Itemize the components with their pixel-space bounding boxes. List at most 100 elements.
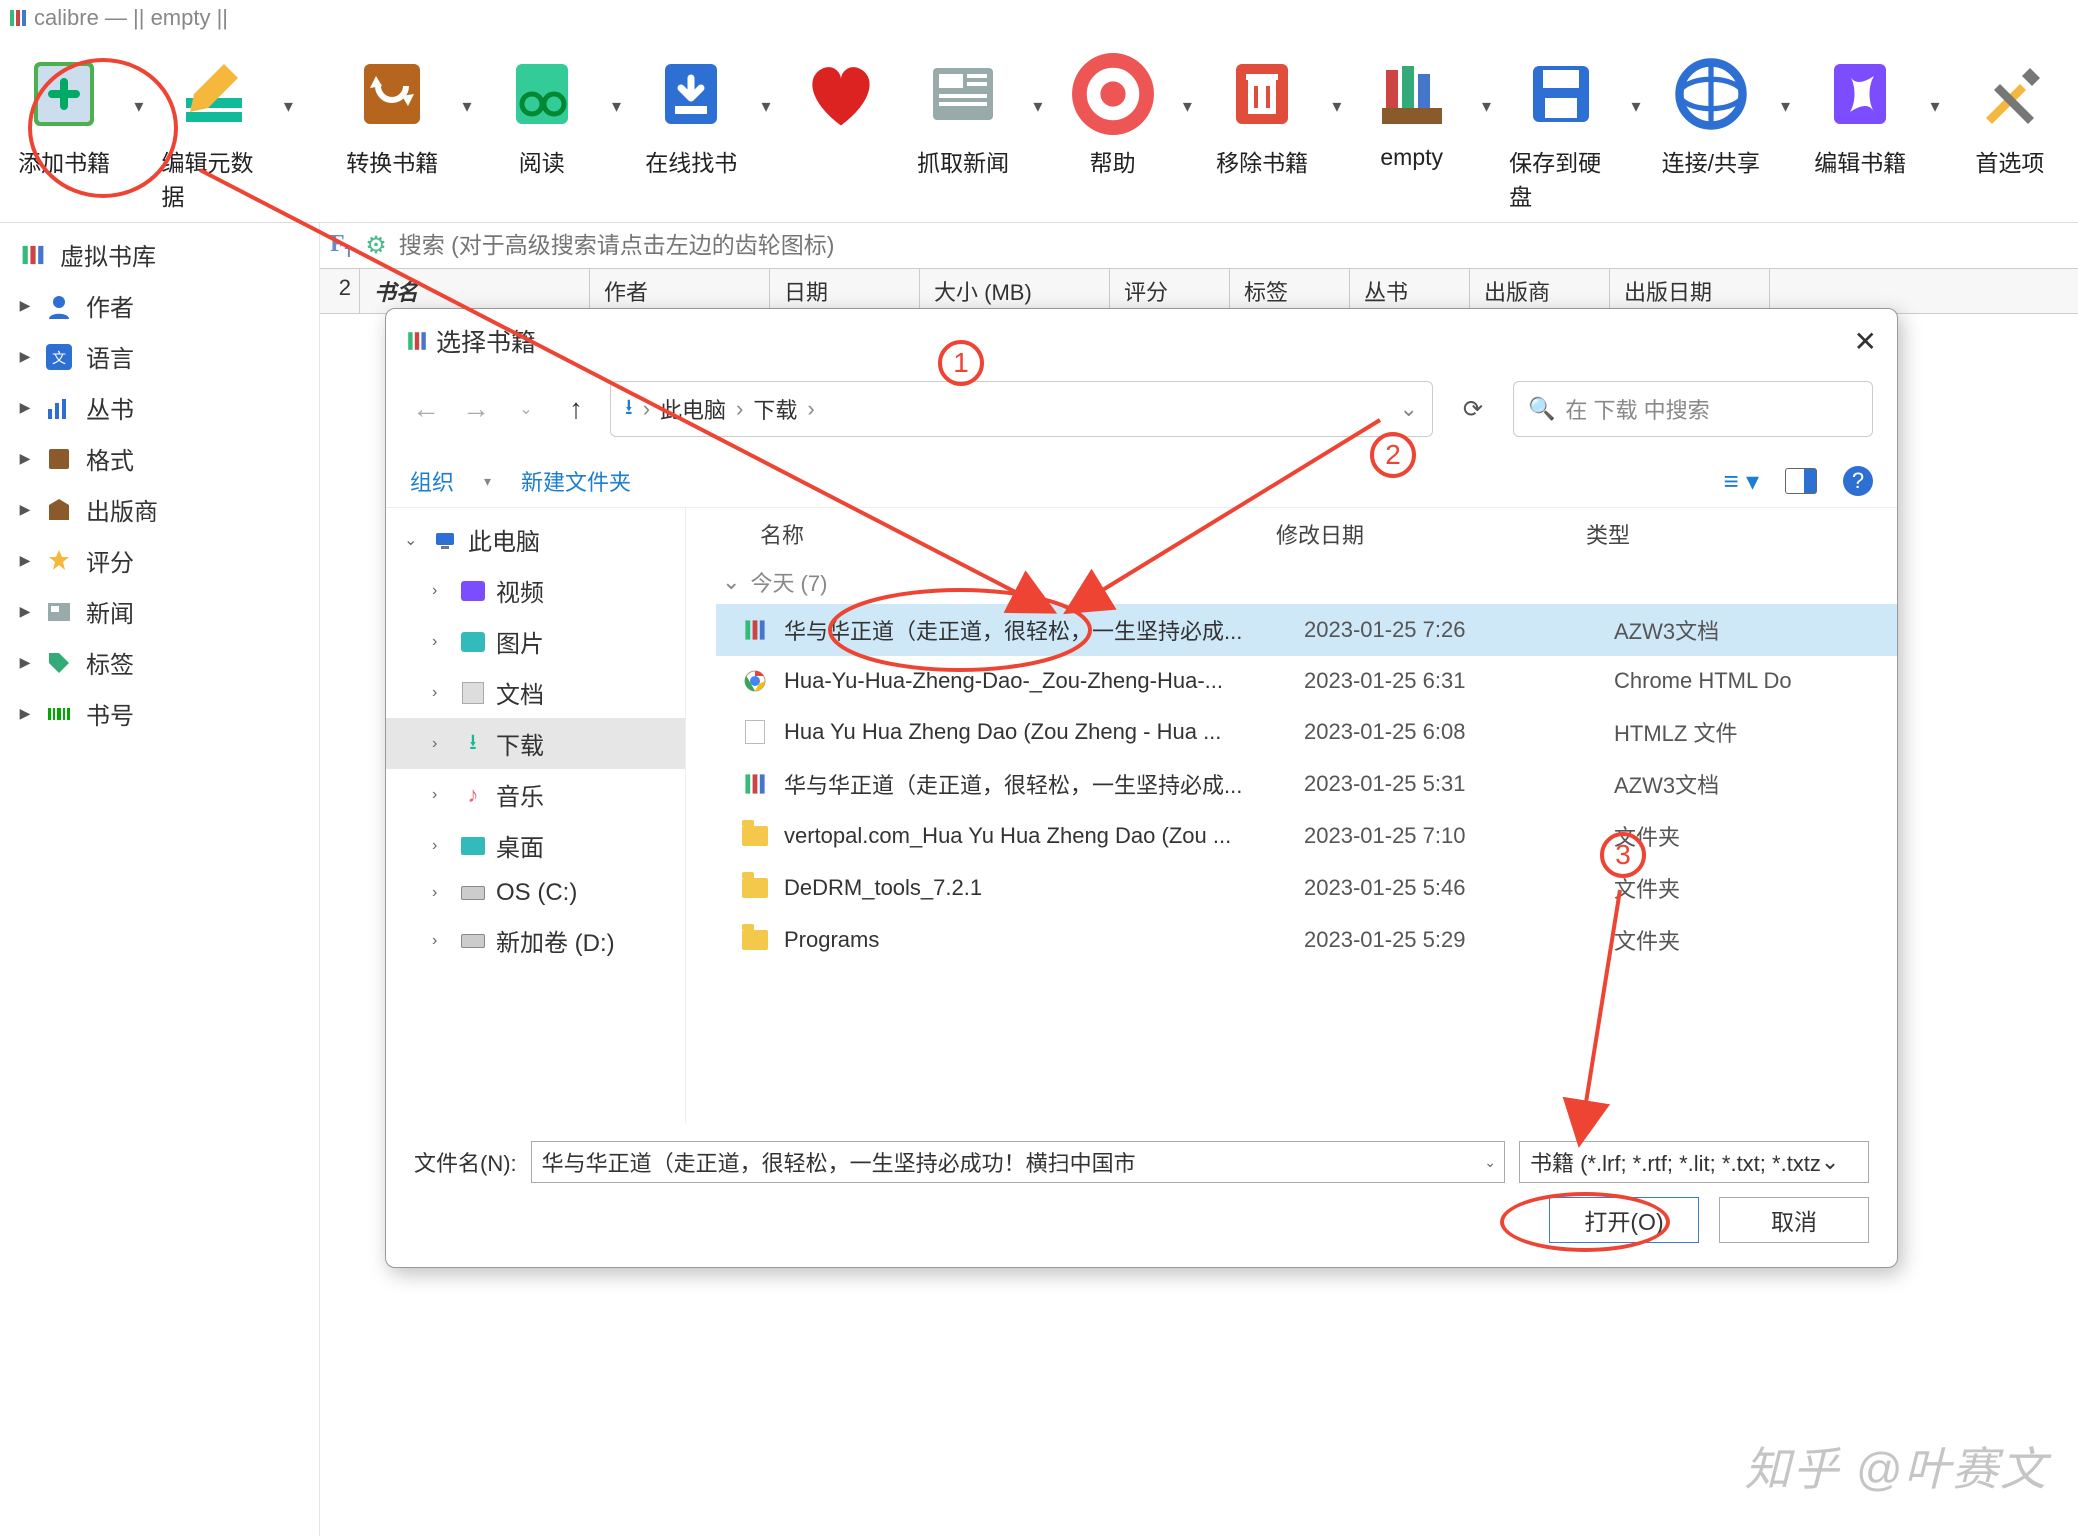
open-button[interactable]: 打开(O) <box>1549 1197 1699 1243</box>
tree-label: 图片 <box>496 624 544 659</box>
file-group-today[interactable]: ⌄ 今天 (7) <box>716 560 1897 604</box>
file-row[interactable]: DeDRM_tools_7.2.12023-01-25 5:46文件夹 <box>716 862 1897 914</box>
dropdown-arrow-icon[interactable] <box>456 46 477 166</box>
sidebar-label: 虚拟书库 <box>60 237 156 272</box>
search-input[interactable] <box>399 232 2068 259</box>
file-row[interactable]: 华与华正道（走正道，很轻松，一生坚持必成...2023-01-25 7:26AZ… <box>716 604 1897 656</box>
breadcrumb[interactable]: ⭳ › 此电脑 › 下载 › ⌄ <box>610 381 1433 437</box>
connect-share-button[interactable]: 连接/共享 <box>1653 46 1769 184</box>
virtual-library-item[interactable]: 虚拟书库 <box>0 229 319 280</box>
back-button[interactable]: ← <box>410 393 442 425</box>
music-icon: ♪ <box>460 782 486 808</box>
sidebar-item[interactable]: ▶丛书 <box>0 382 319 433</box>
tree-item[interactable]: ›♪音乐 <box>386 769 685 820</box>
dropdown-arrow-icon[interactable] <box>278 46 299 166</box>
dropdown-arrow-icon[interactable] <box>606 46 627 166</box>
tree-item[interactable]: ›⭳下载 <box>386 718 685 769</box>
col-rating[interactable]: 评分 <box>1110 269 1230 313</box>
file-row[interactable]: Hua Yu Hua Zheng Dao (Zou Zheng - Hua ..… <box>716 706 1897 758</box>
dropdown-arrow-icon[interactable] <box>1326 46 1347 166</box>
downloads-icon: ⭳ <box>460 731 486 757</box>
preview-pane-icon[interactable] <box>1785 468 1817 494</box>
close-icon[interactable]: ✕ <box>1854 325 1877 358</box>
dialog-search-input[interactable]: 🔍 在 下载 中搜索 <box>1513 381 1873 437</box>
remove-books-button[interactable]: 移除书籍 <box>1204 46 1320 184</box>
donate-button[interactable] <box>783 46 899 150</box>
cancel-button[interactable]: 取消 <box>1719 1197 1869 1243</box>
file-row[interactable]: Hua-Yu-Hua-Zheng-Dao-_Zou-Zheng-Hua-...2… <box>716 656 1897 706</box>
col-date[interactable]: 修改日期 <box>1276 518 1586 550</box>
file-type-filter[interactable]: 书籍 (*.lrf; *.rtf; *.lit; *.txt; *.txtz ⌄ <box>1519 1141 1869 1183</box>
sidebar-item[interactable]: ▶新闻 <box>0 586 319 637</box>
folder-icon <box>740 873 770 903</box>
organize-button[interactable]: 组织 <box>410 465 454 497</box>
drive-icon <box>460 880 486 906</box>
sidebar-item[interactable]: ▶标签 <box>0 637 319 688</box>
col-type[interactable]: 类型 <box>1586 518 1897 550</box>
tree-item[interactable]: ›图片 <box>386 616 685 667</box>
sidebar-item[interactable]: ▶出版商 <box>0 484 319 535</box>
chevron-down-icon[interactable]: ⌄ <box>1484 1154 1496 1171</box>
dropdown-arrow-icon[interactable] <box>1027 46 1048 166</box>
dropdown-arrow-icon[interactable] <box>1924 46 1945 166</box>
col-size[interactable]: 大小 (MB) <box>920 269 1110 313</box>
library-button[interactable]: empty <box>1354 46 1470 177</box>
read-button[interactable]: 阅读 <box>484 46 600 184</box>
tree-item[interactable]: ›桌面 <box>386 820 685 871</box>
sidebar-label: 评分 <box>86 543 134 578</box>
col-name[interactable]: 名称 <box>716 518 1276 550</box>
col-title[interactable]: 书名 <box>360 269 590 313</box>
new-folder-button[interactable]: 新建文件夹 <box>521 465 631 497</box>
view-options-icon[interactable]: ≡ ▾ <box>1724 466 1759 497</box>
file-row[interactable]: 华与华正道（走正道，很轻松，一生坚持必成...2023-01-25 5:31AZ… <box>716 758 1897 810</box>
sidebar-item[interactable]: ▶文语言 <box>0 331 319 382</box>
sidebar-item[interactable]: ▶作者 <box>0 280 319 331</box>
up-button[interactable]: ↑ <box>560 393 592 425</box>
dropdown-arrow-icon[interactable] <box>1625 46 1646 166</box>
save-to-disk-button[interactable]: 保存到硬盘 <box>1503 46 1619 218</box>
col-date[interactable]: 日期 <box>770 269 920 313</box>
tree-item[interactable]: ›OS (C:) <box>386 871 685 915</box>
recent-locations-button[interactable]: ⌄ <box>510 399 542 419</box>
dropdown-arrow-icon[interactable] <box>128 46 149 166</box>
sidebar-item[interactable]: ▶书号 <box>0 688 319 739</box>
edit-book-button[interactable]: 编辑书籍 <box>1802 46 1918 184</box>
tree-label: 此电脑 <box>468 522 540 557</box>
col-author[interactable]: 作者 <box>590 269 770 313</box>
breadcrumb-part[interactable]: 此电脑 <box>660 393 726 425</box>
col-tags[interactable]: 标签 <box>1230 269 1350 313</box>
refresh-icon[interactable]: ⟳ <box>1451 395 1495 424</box>
tree-item[interactable]: ⌄此电脑 <box>386 514 685 565</box>
file-row[interactable]: Programs2023-01-25 5:29文件夹 <box>716 914 1897 966</box>
preferences-button[interactable]: 首选项 <box>1952 46 2068 184</box>
tree-item[interactable]: ›视频 <box>386 565 685 616</box>
col-pubdate[interactable]: 出版日期 <box>1610 269 1770 313</box>
get-books-button[interactable]: 在线找书 <box>633 46 749 184</box>
dropdown-arrow-icon[interactable] <box>1775 46 1796 166</box>
filename-input[interactable]: 华与华正道（走正道，很轻松，一生坚持必成功！横扫中国市 ⌄ <box>531 1141 1505 1183</box>
file-row[interactable]: vertopal.com_Hua Yu Hua Zheng Dao (Zou .… <box>716 810 1897 862</box>
sidebar-item[interactable]: ▶评分 <box>0 535 319 586</box>
dropdown-arrow-icon[interactable] <box>1476 46 1497 166</box>
gear-icon[interactable]: ⚙ <box>365 231 387 260</box>
chevron-icon: › <box>432 786 450 804</box>
fulltext-search-icon[interactable]: FT <box>330 231 353 260</box>
forward-button[interactable]: → <box>460 393 492 425</box>
help-icon[interactable]: ? <box>1843 466 1873 496</box>
sidebar-item[interactable]: ▶格式 <box>0 433 319 484</box>
edit-metadata-button[interactable]: 编辑元数据 <box>156 46 272 218</box>
dropdown-arrow-icon[interactable] <box>755 46 776 166</box>
col-publisher[interactable]: 出版商 <box>1470 269 1610 313</box>
get-books-icon <box>649 52 733 136</box>
col-series[interactable]: 丛书 <box>1350 269 1470 313</box>
tree-item[interactable]: ›新加卷 (D:) <box>386 915 685 966</box>
fetch-news-button[interactable]: 抓取新闻 <box>905 46 1021 184</box>
add-books-button[interactable]: 添加书籍 <box>6 46 122 184</box>
dropdown-arrow-icon[interactable] <box>1177 46 1198 166</box>
help-button[interactable]: 帮助 <box>1054 46 1170 184</box>
breadcrumb-part[interactable]: 下载 <box>753 393 797 425</box>
chevron-down-icon[interactable]: ⌄ <box>1821 1149 1839 1175</box>
convert-books-button[interactable]: 转换书籍 <box>334 46 450 184</box>
tree-item[interactable]: ›文档 <box>386 667 685 718</box>
chevron-down-icon[interactable]: ⌄ <box>1399 396 1417 422</box>
